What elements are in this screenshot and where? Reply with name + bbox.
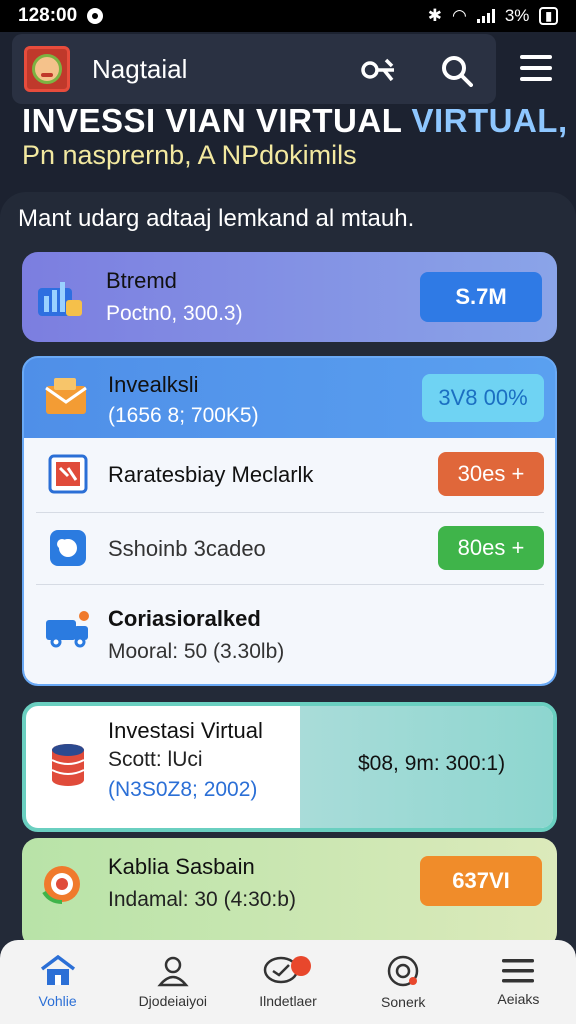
- search-icon[interactable]: [441, 55, 473, 87]
- notification-icon: [87, 8, 104, 24]
- card-subtitle: (1656 8; 700K5): [108, 404, 259, 427]
- hero-title: INVESSI VIAN VIRTUAL VIRTUAL,: [22, 102, 568, 140]
- card-title: Btremd: [106, 268, 177, 293]
- nav-item-profile[interactable]: Djodeiaiyoi: [115, 940, 230, 1024]
- inner-list: Raratesbiay Meclarlk 30es + Sshoinb 3cad…: [24, 438, 555, 684]
- nav-label: Ilndetlaer: [259, 993, 317, 1009]
- intro-text: Mant udarg adtaaj lemkand al mtauh.: [18, 205, 415, 232]
- app-name: Nagtaial: [92, 53, 188, 84]
- cloud-icon: [50, 530, 86, 566]
- card-line3: (N3S0Z8; 2002): [108, 778, 258, 801]
- hamburger-menu-icon[interactable]: [520, 55, 552, 88]
- card-btremd[interactable]: Btremd Poctn0, 300.3) S.7M: [22, 252, 557, 342]
- spiral-icon: [42, 866, 80, 904]
- bottom-nav: Vohlie Djodeiaiyoi Ilndetlaer Sonerk Aei…: [0, 940, 576, 1024]
- card-title: Investasi Virtual: [108, 718, 263, 743]
- card-investasi-virtual[interactable]: Investasi Virtual Scott: lUci (N3S0Z8; 2…: [22, 702, 557, 832]
- nav-label: Sonerk: [381, 994, 426, 1010]
- value-badge[interactable]: 637VI: [420, 856, 542, 906]
- signal-icon: [476, 9, 495, 23]
- row-title: Raratesbiay Meclarlk: [108, 462, 314, 487]
- calendar-icon: [48, 454, 88, 494]
- wifi-icon: ◠: [451, 6, 467, 25]
- card-subtitle: Indamal: 30 (4:30:b): [108, 888, 296, 911]
- nav-item-more[interactable]: Aeiaks: [461, 940, 576, 1024]
- user-icon: [157, 956, 189, 987]
- hero-title-accent: VIRTUAL,: [411, 102, 568, 139]
- status-time: 128:00: [18, 5, 78, 26]
- value-badge[interactable]: S.7M: [420, 272, 542, 322]
- card-kablia-sasbain[interactable]: Kablia Sasbain Indamal: 30 (4:30:b) 637V…: [22, 838, 557, 948]
- value-text: $08, 9m: 300:1): [358, 752, 506, 775]
- app-header: Nagtaial: [12, 34, 496, 104]
- nav-item-settings[interactable]: Sonerk: [346, 940, 461, 1024]
- envelope-icon: [45, 378, 87, 414]
- list-item[interactable]: Raratesbiay Meclarlk 30es +: [24, 438, 555, 510]
- truck-icon: [46, 611, 89, 648]
- key-icon[interactable]: [360, 56, 398, 84]
- status-bar: 128:00 ✱ ◠ 3% ▮: [0, 0, 576, 32]
- battery-percent: 3%: [504, 6, 530, 25]
- bluetooth-icon: ✱: [427, 6, 442, 25]
- chart-icon: [38, 282, 82, 316]
- gear-icon: [387, 955, 419, 987]
- battery-icon: ▮: [539, 7, 558, 25]
- chat-icon: [263, 956, 311, 984]
- hero-subtitle: Pn nasprernb, A NPdokimils: [22, 140, 357, 170]
- nav-item-messages[interactable]: Ilndetlaer: [230, 940, 345, 1024]
- hero-title-main: INVESSI VIAN VIRTUAL: [22, 102, 402, 139]
- database-icon: [51, 744, 85, 786]
- app-logo: [24, 46, 70, 92]
- card-subtitle: Poctn0, 300.3): [106, 302, 243, 325]
- add-badge[interactable]: 30es +: [438, 452, 544, 496]
- add-badge[interactable]: 80es +: [438, 526, 544, 570]
- card-invealksli[interactable]: Invealksli (1656 8; 700K5) 3V8 00% Rarat…: [22, 356, 557, 686]
- row-title: Sshoinb 3cadeo: [108, 536, 266, 561]
- nav-label: Aeiaks: [497, 991, 540, 1007]
- card-line2: Scott: lUci: [108, 748, 203, 771]
- value-panel: $08, 9m: 300:1): [300, 706, 553, 828]
- row-title: Coriasioralked: [108, 606, 261, 631]
- divider: [36, 512, 544, 513]
- nav-label: Vohlie: [38, 993, 77, 1009]
- row-subtitle: Mooral: 50 (3.30lb): [108, 640, 285, 663]
- card-title: Invealksli: [108, 372, 199, 397]
- list-item[interactable]: Coriasioralked Mooral: 50 (3.30lb): [24, 586, 555, 682]
- nav-item-home[interactable]: Vohlie: [0, 940, 115, 1024]
- menu-icon: [502, 959, 535, 983]
- nav-label: Djodeiaiyoi: [138, 993, 208, 1009]
- card-title: Kablia Sasbain: [108, 854, 255, 879]
- list-item[interactable]: Sshoinb 3cadeo 80es +: [24, 514, 555, 582]
- percent-badge[interactable]: 3V8 00%: [422, 374, 544, 422]
- divider: [36, 584, 544, 585]
- home-icon: [40, 955, 75, 985]
